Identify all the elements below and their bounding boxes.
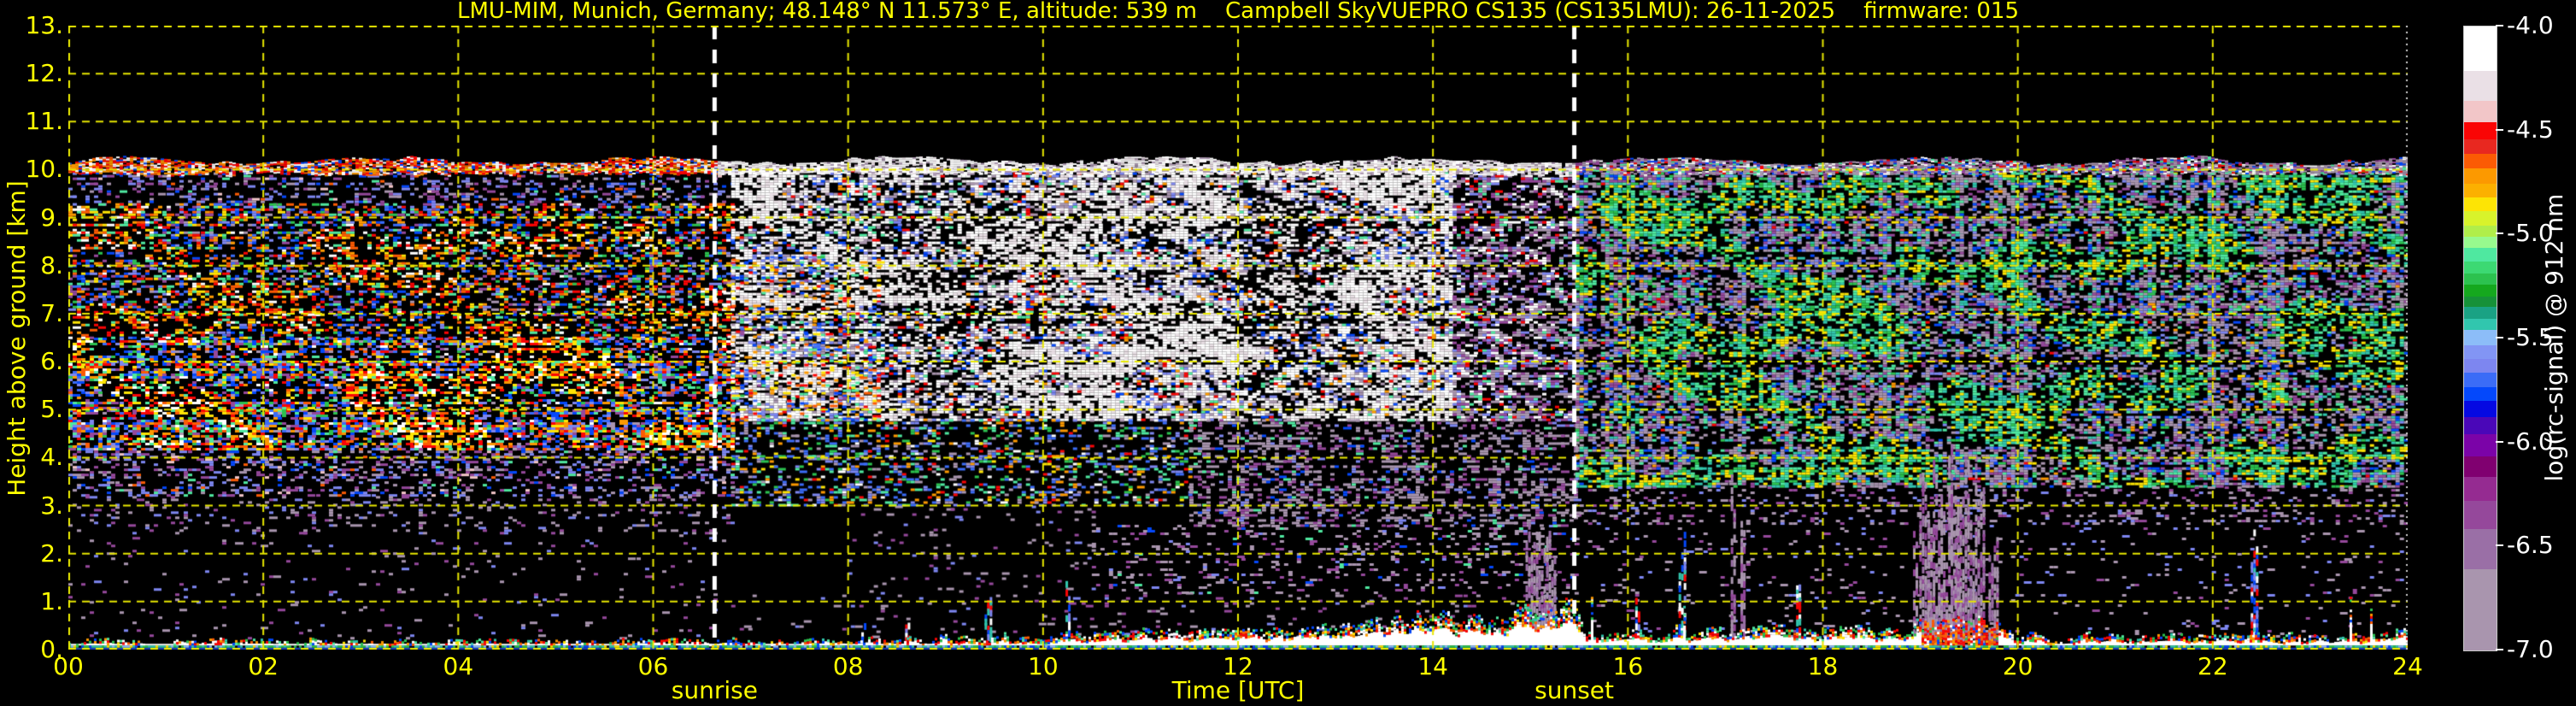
colorbar-band: [2464, 139, 2497, 155]
colorbar-band: [2464, 211, 2497, 226]
x-tick-label: 02: [248, 652, 279, 680]
sunrise-annotation: sunrise: [671, 676, 758, 704]
y-tick-label: 5.: [40, 395, 63, 424]
y-tick-label: 4.: [40, 443, 63, 472]
colorbar-band: [2464, 319, 2497, 331]
colorbar-band: [2464, 434, 2497, 456]
ceilometer-quicklook-figure: LMU-MIM, Munich, Germany; 48.148° N 11.5…: [0, 0, 2576, 706]
y-tick-label: 3.: [40, 491, 63, 520]
y-tick-label: 13.: [25, 11, 63, 39]
sunset-annotation: sunset: [1534, 676, 1615, 704]
x-tick-label: 18: [1807, 652, 1839, 680]
x-tick-label: 22: [2198, 652, 2228, 680]
y-tick-label: 7.: [40, 298, 63, 327]
colorbar-band: [2464, 197, 2497, 212]
colorbar-band: [2464, 248, 2497, 262]
x-tick-label: 00: [53, 652, 84, 680]
y-tick-label: 1.: [40, 586, 63, 615]
y-tick-label: 12.: [25, 59, 63, 88]
x-tick-label: 08: [832, 652, 864, 680]
colorbar-band: [2464, 528, 2497, 570]
colorbar-band: [2464, 477, 2497, 501]
colorbar-band: [2464, 274, 2497, 285]
colorbar: [2463, 26, 2497, 651]
colorbar-band: [2464, 262, 2497, 274]
colorbar-band: [2464, 330, 2497, 346]
heatmap-canvas: [68, 26, 2408, 650]
x-tick-label: 24: [2392, 652, 2423, 680]
colorbar-tick-mark: [2496, 337, 2503, 338]
x-tick-label: 10: [1028, 652, 1059, 680]
colorbar-label: log(rc-signal) @ 912 nm: [2540, 193, 2568, 482]
y-tick-label: 10.: [25, 155, 63, 184]
x-tick-label: 20: [2002, 652, 2033, 680]
x-axis-label: Time [UTC]: [1171, 676, 1305, 704]
colorbar-tick-mark: [2496, 232, 2503, 235]
colorbar-tick-mark: [2496, 440, 2503, 443]
y-tick-label: 6.: [40, 347, 63, 376]
y-tick-label: 9.: [40, 203, 63, 232]
colorbar-band: [2464, 400, 2497, 417]
y-tick-label: 8.: [40, 250, 63, 279]
colorbar-band: [2464, 154, 2497, 169]
colorbar-tick-mark: [2496, 128, 2503, 131]
colorbar-band: [2464, 306, 2497, 320]
colorbar-band: [2464, 236, 2497, 248]
colorbar-band: [2464, 296, 2497, 307]
colorbar-band: [2464, 184, 2497, 198]
colorbar-band: [2464, 416, 2497, 435]
colorbar-band: [2464, 26, 2497, 71]
colorbar-band: [2464, 387, 2497, 401]
colorbar-band: [2464, 168, 2497, 185]
colorbar-band: [2464, 284, 2497, 297]
plot-title: LMU-MIM, Munich, Germany; 48.148° N 11.5…: [456, 0, 2020, 24]
y-tick-label: 11.: [25, 107, 63, 136]
colorbar-band: [2464, 500, 2497, 529]
colorbar-tick-mark: [2496, 25, 2503, 26]
colorbar-band: [2464, 121, 2497, 140]
x-tick-label: 04: [443, 652, 474, 680]
colorbar-band: [2464, 100, 2497, 122]
colorbar-band: [2464, 456, 2497, 478]
colorbar-tick-mark: [2496, 649, 2503, 650]
colorbar-band: [2464, 569, 2497, 650]
colorbar-tick-mark: [2496, 544, 2503, 547]
colorbar-tick-label: -7.0: [2507, 635, 2554, 663]
colorbar-band: [2464, 373, 2497, 388]
colorbar-band: [2464, 225, 2497, 237]
colorbar-band: [2464, 345, 2497, 360]
colorbar-band: [2464, 71, 2497, 101]
x-tick-label: 06: [637, 652, 669, 680]
colorbar-band: [2464, 359, 2497, 374]
x-tick-label: 14: [1417, 652, 1448, 680]
colorbar-tick-label: -4.0: [2507, 11, 2554, 39]
x-tick-label: 16: [1612, 652, 1644, 680]
y-tick-label: 2.: [40, 538, 63, 568]
